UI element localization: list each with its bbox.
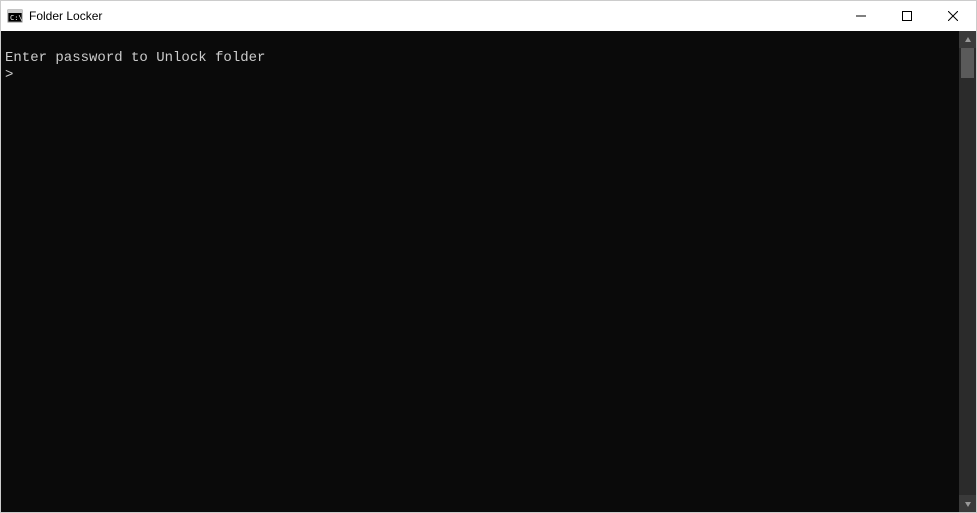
close-button[interactable] (930, 1, 976, 31)
minimize-button[interactable] (838, 1, 884, 31)
terminal-prompt: > (5, 67, 13, 84)
scroll-track[interactable] (959, 48, 976, 495)
window-frame: C:\ Folder Locker Enter password to Unlo… (0, 0, 977, 513)
window-title: Folder Locker (29, 9, 102, 23)
terminal-area: Enter password to Unlock folder> (1, 31, 976, 512)
app-icon: C:\ (7, 8, 23, 24)
scroll-up-arrow-icon[interactable] (959, 31, 976, 48)
titlebar[interactable]: C:\ Folder Locker (1, 1, 976, 31)
titlebar-left: C:\ Folder Locker (7, 8, 102, 24)
terminal-output-line: Enter password to Unlock folder (5, 50, 955, 67)
scroll-thumb[interactable] (961, 48, 974, 78)
scroll-down-arrow-icon[interactable] (959, 495, 976, 512)
maximize-button[interactable] (884, 1, 930, 31)
svg-text:C:\: C:\ (10, 14, 23, 22)
terminal[interactable]: Enter password to Unlock folder> (1, 31, 959, 512)
window-controls (838, 1, 976, 31)
vertical-scrollbar[interactable] (959, 31, 976, 512)
